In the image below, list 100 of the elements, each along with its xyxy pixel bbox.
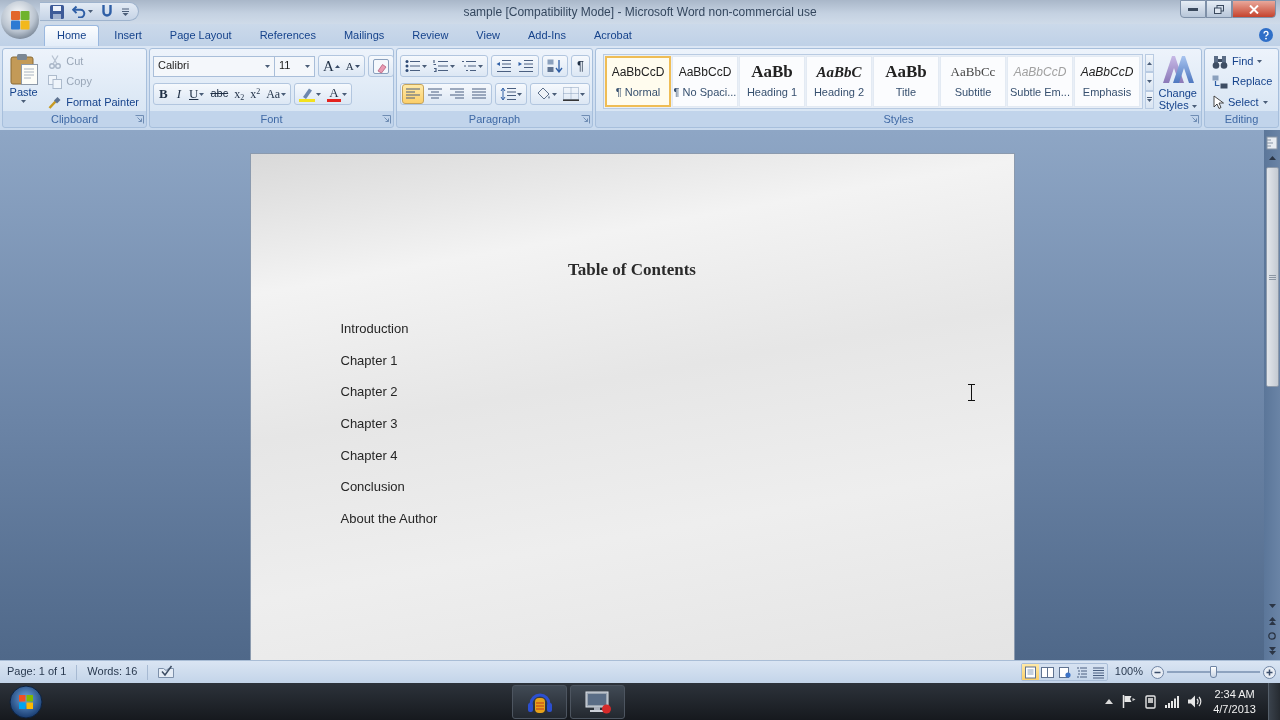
caret-icon	[478, 64, 483, 68]
bullets-icon	[405, 59, 421, 73]
taskbar-button[interactable]	[512, 684, 567, 719]
align-center-icon	[427, 87, 443, 101]
caret-icon	[580, 92, 585, 96]
caret-icon	[1191, 104, 1197, 108]
grow-font-button[interactable]: A	[320, 56, 343, 76]
underline-button[interactable]: U	[186, 84, 208, 104]
select-button[interactable]: Select	[1208, 92, 1277, 112]
style-tile[interactable]: AaBb Title	[873, 56, 939, 107]
word-count[interactable]: Words: 16	[87, 665, 138, 679]
caret-icon	[265, 64, 270, 68]
style-tile[interactable]: AaBb Heading 1	[739, 56, 805, 107]
paste-button[interactable]: Paste	[6, 51, 42, 112]
ribbon-tab[interactable]: Add-Ins	[515, 25, 579, 46]
show-formatting-marks-button[interactable]: ¶	[573, 56, 588, 76]
font-name-field[interactable]: Calibri	[153, 55, 275, 77]
style-tile[interactable]: AaBbCcD ¶ Normal	[605, 56, 671, 107]
shrink-font-button[interactable]: A	[342, 56, 363, 76]
font-size-field[interactable]: 11	[275, 55, 315, 77]
style-tile[interactable]: AaBbCcD Emphasis	[1074, 56, 1140, 107]
page-count[interactable]: Page: 1 of 1	[7, 665, 67, 679]
proofing-icon	[158, 665, 175, 679]
group-label: Styles	[883, 113, 914, 126]
scroll-thumb[interactable]	[1265, 167, 1279, 387]
caret-icon	[1262, 100, 1268, 104]
gallery-more-button[interactable]	[1145, 90, 1155, 109]
dialog-launcher-icon	[581, 115, 590, 124]
format-painter-button[interactable]: Format Painter	[44, 92, 143, 112]
minimize-button[interactable]	[1180, 0, 1206, 18]
save-button[interactable]	[48, 3, 66, 20]
style-tile[interactable]: AaBbCc Subtitle	[940, 56, 1006, 107]
change-styles-button[interactable]: Change Styles	[1157, 51, 1198, 112]
dialog-launcher-icon	[1190, 115, 1199, 124]
subscript-button[interactable]: x$_{2}$	[231, 84, 248, 104]
format-painter-icon	[48, 95, 63, 110]
style-tile[interactable]: AaBbCcD ¶ No Spaci...	[672, 56, 738, 107]
full-screen-reading-icon	[1040, 665, 1054, 679]
clock-time[interactable]: 2:34 AM	[1214, 686, 1255, 702]
italic-button[interactable]: I	[171, 84, 186, 104]
restore-button[interactable]	[1206, 0, 1232, 18]
superscript-button[interactable]: x$^{2}$	[247, 84, 264, 104]
find-button[interactable]: Find	[1208, 52, 1277, 72]
style-tile[interactable]: AaBbCcD Subtle Em...	[1007, 56, 1073, 107]
ribbon-tab[interactable]: Home	[44, 25, 100, 46]
zoom-level[interactable]: 100%	[1114, 665, 1143, 679]
gallery-down-button[interactable]	[1145, 72, 1155, 91]
ribbon-tab[interactable]: Review	[399, 25, 462, 46]
close-button[interactable]	[1232, 0, 1276, 18]
caret-icon	[305, 64, 310, 68]
previous-page-icon	[1268, 616, 1276, 625]
align-right-icon	[449, 87, 465, 101]
caret-icon	[422, 64, 427, 68]
ribbon-tab[interactable]: References	[246, 25, 329, 46]
style-tile[interactable]: AaBbC Heading 2	[806, 56, 872, 107]
ribbon-tab[interactable]: Page Layout	[156, 25, 245, 46]
signal-icon	[1165, 695, 1180, 708]
font-color-button[interactable]: A	[324, 84, 350, 104]
toc-entry: Chapter 1	[340, 352, 398, 369]
bold-button[interactable]: B	[155, 84, 172, 104]
caret-icon	[316, 92, 322, 96]
caret-icon	[517, 92, 522, 96]
ribbon-tab[interactable]: Mailings	[330, 25, 398, 46]
show-hidden-icons-icon	[1105, 699, 1114, 704]
slider-thumb[interactable]	[1210, 666, 1217, 678]
numbering-icon	[433, 59, 449, 73]
document-title: Table of Contents	[568, 259, 696, 281]
ribbon-tab[interactable]: Insert	[101, 25, 155, 46]
redo-button[interactable]	[99, 3, 115, 20]
print-layout-button[interactable]	[1021, 664, 1039, 680]
ruler-button[interactable]	[1265, 135, 1279, 150]
undo-button[interactable]	[70, 3, 95, 20]
taskbar-button[interactable]	[570, 684, 625, 719]
full-screen-reading-button[interactable]	[1038, 664, 1056, 680]
caret-up-icon	[334, 64, 340, 68]
gallery-up-button[interactable]	[1145, 54, 1155, 73]
replace-button[interactable]: Replace	[1208, 72, 1277, 92]
clock-date[interactable]: 4/7/2013	[1213, 701, 1256, 717]
web-layout-icon	[1057, 665, 1071, 679]
ribbon-tab[interactable]: Acrobat	[580, 25, 645, 46]
caret-down-icon	[354, 64, 360, 68]
help-button[interactable]	[1258, 27, 1274, 43]
shading-icon	[535, 87, 551, 101]
ribbon-tab[interactable]: View	[463, 25, 513, 46]
toc-entry: Conclusion	[340, 479, 405, 496]
clear-formatting-icon	[372, 58, 389, 74]
strikethrough-button[interactable]: abc	[207, 84, 232, 104]
toc-entry: Introduction	[340, 321, 409, 337]
undo-icon	[72, 5, 86, 18]
zoom-in-button[interactable]	[1263, 665, 1276, 679]
print-layout-icon	[1023, 665, 1037, 679]
group-label: Clipboard	[50, 113, 99, 126]
pointer-icon	[1212, 95, 1224, 110]
align-left-icon	[405, 87, 421, 101]
zoom-out-button[interactable]	[1151, 665, 1164, 679]
change-case-button[interactable]: Aa	[263, 84, 290, 104]
borders-button[interactable]	[560, 84, 588, 104]
toc-entry: Chapter 4	[340, 447, 398, 464]
scroll-down-icon	[1147, 80, 1153, 83]
decrease-indent-icon	[496, 59, 512, 73]
